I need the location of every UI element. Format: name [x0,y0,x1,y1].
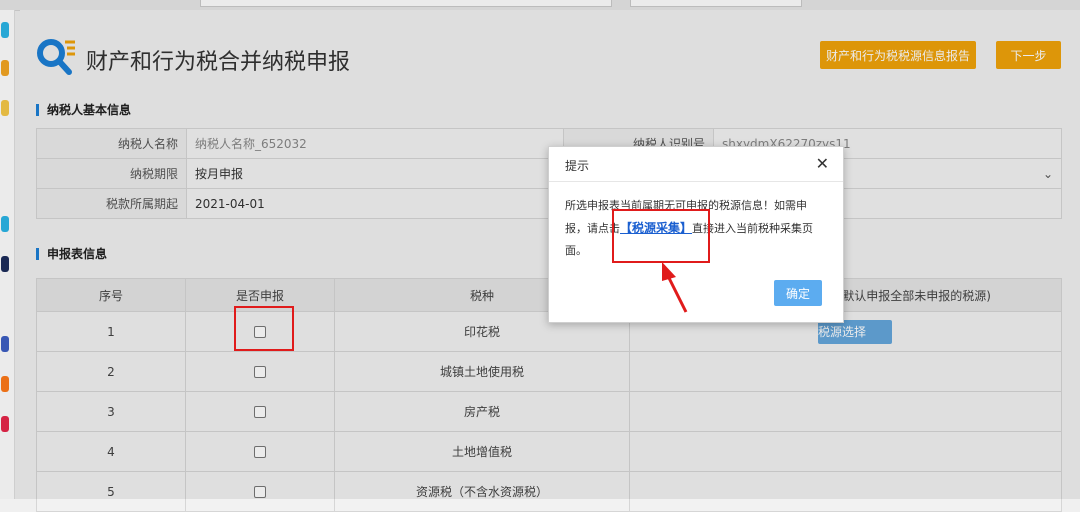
prompt-dialog: 提示 ✕ 所选申报表当前属期无可申报的税源信息！如需申报，请点击【税源采集】直接… [548,146,844,323]
dialog-divider [549,181,843,182]
modal-overlay [0,0,1080,499]
dialog-title: 提示 [565,159,590,173]
tax-source-collection-link[interactable]: 【税源采集】 [620,221,692,235]
dialog-message: 所选申报表当前属期无可申报的税源信息！如需申报，请点击【税源采集】直接进入当前税… [565,195,827,262]
close-icon[interactable]: ✕ [816,154,829,173]
confirm-button[interactable]: 确定 [774,280,822,306]
